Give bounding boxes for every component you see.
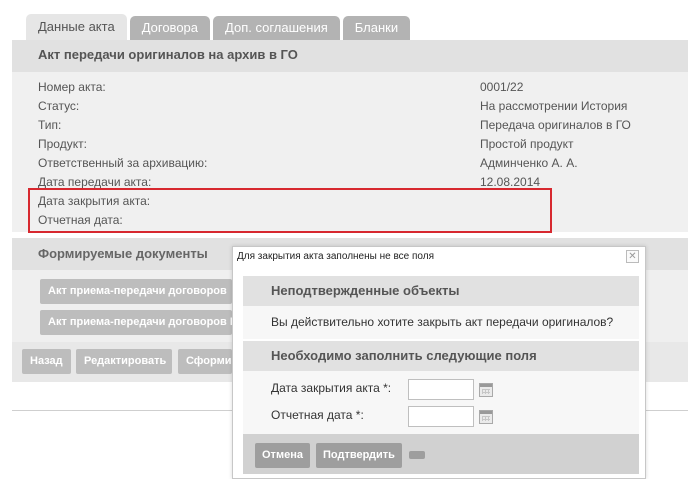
- calendar-icon[interactable]: [479, 383, 493, 397]
- unconfirmed-objects-body: Вы действительно хотите закрыть акт пере…: [243, 306, 639, 339]
- field-label-responsible: Ответственный за архивацию:: [38, 156, 208, 170]
- doc-button-contracts-act[interactable]: Акт приема-передачи договоров: [40, 279, 232, 304]
- field-label-type: Тип:: [38, 118, 62, 132]
- field-value-responsible: Админченко А. А.: [480, 156, 578, 170]
- act-title: Акт передачи оригиналов на архив в ГО: [12, 40, 688, 72]
- field-value-product: Простой продукт: [480, 137, 574, 151]
- field-value-act-number: 0001/22: [480, 80, 524, 94]
- field-label-status: Статус:: [38, 99, 80, 113]
- tab-act-data[interactable]: Данные акта: [26, 14, 127, 40]
- report-date-input[interactable]: [408, 406, 474, 427]
- confirm-question: Вы действительно хотите закрыть акт пере…: [271, 315, 614, 329]
- dialog-footer: Отмена Подтвердить: [243, 434, 639, 474]
- tab-forms[interactable]: Бланки: [342, 16, 411, 40]
- required-fields-title: Необходимо заполнить следующие поля: [243, 341, 639, 371]
- close-date-label: Дата закрытия акта *:: [271, 381, 392, 395]
- field-label-product: Продукт:: [38, 137, 87, 151]
- unconfirmed-objects-title: Неподтвержденные объекты: [243, 276, 639, 306]
- field-value-status: На рассмотрении История: [480, 99, 628, 113]
- doc-button-contracts-act-ki[interactable]: Акт приема-передачи договоров КИ: [40, 310, 232, 335]
- tab-bar: Данные акта Договора Доп. соглашения Бла…: [26, 14, 411, 40]
- close-date-input[interactable]: [408, 379, 474, 400]
- dialog-title: Для закрытия акта заполнены не все поля: [233, 247, 645, 267]
- tab-supplementary-agreements[interactable]: Доп. соглашения: [213, 16, 340, 40]
- calendar-icon[interactable]: [479, 410, 493, 424]
- field-label-act-number: Номер акта:: [38, 80, 106, 94]
- required-fields-body: Дата закрытия акта *: Отчетная дата *:: [243, 371, 639, 434]
- extra-button[interactable]: [409, 451, 425, 459]
- edit-button[interactable]: Редактировать: [76, 349, 172, 374]
- field-value-type: Передача оригиналов в ГО: [480, 118, 631, 132]
- close-icon[interactable]: ✕: [626, 250, 639, 263]
- cancel-button[interactable]: Отмена: [255, 443, 310, 468]
- close-act-dialog: Для закрытия акта заполнены не все поля …: [232, 246, 646, 479]
- generate-button[interactable]: Сформировать: [178, 349, 232, 374]
- tab-contracts[interactable]: Договора: [129, 16, 211, 40]
- report-date-label: Отчетная дата *:: [271, 408, 364, 422]
- back-button[interactable]: Назад: [22, 349, 71, 374]
- confirm-button[interactable]: Подтвердить: [316, 443, 402, 468]
- missing-fields-highlight: [28, 188, 552, 233]
